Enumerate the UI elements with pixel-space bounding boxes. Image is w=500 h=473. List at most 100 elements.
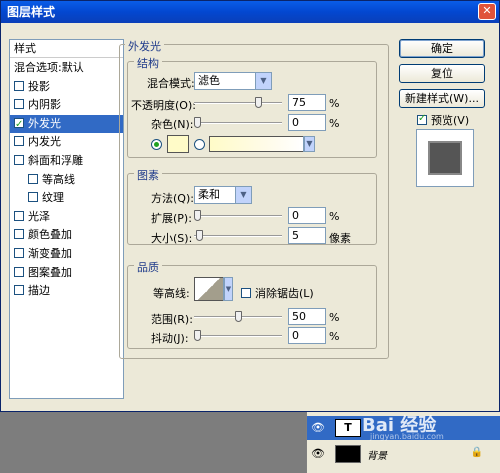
range-slider[interactable] [194, 311, 282, 323]
jitter-unit: % [329, 330, 340, 343]
antialias-checkbox[interactable]: 消除锯齿(L) [241, 285, 314, 301]
style-list-item[interactable]: 投影 [10, 78, 123, 96]
style-checkbox[interactable] [14, 285, 24, 296]
contour-preview[interactable] [194, 277, 224, 301]
style-list-item[interactable]: 内发光 [10, 133, 123, 151]
spread-slider[interactable] [194, 210, 282, 222]
gradient-radio[interactable] [194, 139, 205, 150]
range-unit: % [329, 311, 340, 324]
style-list-item-label: 光泽 [28, 209, 50, 223]
jitter-slider[interactable] [194, 330, 282, 342]
style-list-item-label: 纹理 [42, 191, 64, 205]
layer-row-background[interactable]: 👁 背景 🔒 [307, 442, 500, 466]
size-input[interactable]: 5 [288, 227, 326, 244]
style-list-item[interactable]: 等高线 [10, 171, 123, 189]
antialias-checkbox-box[interactable] [241, 288, 251, 298]
window-title: 图层样式 [7, 5, 56, 19]
range-label: 范围(R): [151, 313, 193, 326]
opacity-label: 不透明度(O): [131, 99, 196, 112]
elements-title: 图素 [134, 167, 162, 183]
blend-mode-select[interactable]: 滤色 ▼ [194, 72, 272, 90]
size-slider[interactable] [194, 230, 282, 242]
style-list-item-label: 斜面和浮雕 [28, 154, 83, 167]
style-checkbox[interactable] [28, 192, 38, 203]
style-list-item[interactable]: 光泽 [10, 208, 123, 226]
noise-slider-thumb[interactable] [194, 117, 201, 128]
style-list-item-label: 等高线 [42, 172, 75, 186]
new-style-button[interactable]: 新建样式(W)... [399, 89, 485, 108]
noise-label: 杂色(N): [151, 118, 194, 131]
glow-color-swatch[interactable] [167, 135, 189, 153]
glow-gradient-picker[interactable] [209, 136, 304, 152]
style-list-item[interactable]: 外发光 [10, 114, 123, 134]
style-list-item-label: 内阴影 [28, 98, 61, 112]
style-checkbox[interactable] [14, 229, 24, 240]
style-list-item-label: 图案叠加 [28, 265, 72, 279]
spread-input[interactable]: 0 [288, 207, 326, 224]
size-label: 大小(S): [151, 232, 193, 245]
preview-checkbox-box[interactable] [417, 113, 427, 125]
antialias-label: 消除锯齿(L) [255, 287, 314, 300]
contour-label: 等高线: [153, 287, 190, 300]
chevron-down-icon: ▼ [235, 187, 251, 203]
method-select[interactable]: 柔和 ▼ [194, 186, 252, 204]
style-list-item[interactable]: 颜色叠加 [10, 226, 123, 244]
range-input[interactable]: 50 [288, 308, 326, 325]
style-list-item[interactable]: 纹理 [10, 189, 123, 207]
chevron-down-icon: ▼ [224, 278, 232, 300]
spread-slider-thumb[interactable] [194, 210, 201, 221]
style-list-item[interactable]: 混合选项:默认 [10, 59, 123, 77]
jitter-slider-thumb[interactable] [194, 330, 201, 341]
opacity-slider[interactable] [194, 97, 282, 109]
opacity-input[interactable]: 75 [288, 94, 326, 111]
style-checkbox[interactable] [14, 248, 24, 258]
style-checkbox[interactable] [14, 136, 24, 147]
solid-color-radio[interactable] [151, 139, 162, 150]
size-slider-thumb[interactable] [195, 230, 203, 241]
preview-checkbox[interactable]: 预览(V) [417, 112, 469, 128]
style-list-item-label: 内发光 [28, 135, 61, 149]
spread-unit: % [329, 210, 340, 223]
style-checkbox[interactable] [14, 155, 24, 165]
preview-thumbnail [428, 141, 462, 175]
style-list-item[interactable]: 描边 [10, 282, 123, 300]
ok-button[interactable]: 确定 [399, 39, 485, 58]
opacity-slider-thumb[interactable] [254, 97, 262, 108]
style-checkbox[interactable] [14, 210, 24, 221]
method-label: 方法(Q): [151, 192, 194, 205]
range-slider-thumb[interactable] [234, 311, 242, 322]
style-list-item-label: 外发光 [28, 116, 61, 130]
style-checkbox[interactable] [14, 116, 24, 134]
style-list-item-label: 渐变叠加 [28, 247, 72, 260]
quality-title: 品质 [134, 259, 162, 275]
style-checkbox[interactable] [28, 173, 38, 184]
lock-icon: 🔒 [470, 447, 483, 458]
reset-button[interactable]: 复位 [399, 64, 485, 83]
contour-dropdown[interactable]: ▼ [223, 277, 233, 301]
layer-style-dialog: 图层样式 ✕ 样式 混合选项:默认投影内阴影外发光内发光斜面和浮雕等高线纹理光泽… [0, 0, 500, 412]
jitter-label: 抖动(J): [151, 332, 189, 345]
style-list-item-label: 描边 [28, 284, 50, 298]
eye-icon[interactable]: 👁 [311, 447, 325, 460]
style-checkbox[interactable] [14, 80, 24, 91]
style-list-item[interactable]: 内阴影 [10, 96, 123, 114]
style-checkbox[interactable] [14, 99, 24, 110]
style-list-item[interactable]: 斜面和浮雕 [10, 152, 123, 170]
style-checkbox[interactable] [14, 266, 24, 277]
eye-icon[interactable]: 👁 [311, 421, 325, 434]
structure-title: 结构 [134, 55, 162, 71]
noise-input[interactable]: 0 [288, 114, 326, 131]
jitter-input[interactable]: 0 [288, 327, 326, 344]
layer-thumbnail [335, 445, 361, 463]
chevron-down-icon: ▼ [304, 137, 314, 151]
style-list-header[interactable]: 样式 [10, 40, 123, 58]
gradient-dropdown[interactable]: ▼ [303, 136, 315, 152]
style-list-item[interactable]: 渐变叠加 [10, 245, 123, 263]
size-unit: 像素 [329, 232, 351, 245]
layer-thumbnail: T [335, 419, 361, 437]
close-button[interactable]: ✕ [478, 3, 496, 20]
style-list-item-label: 投影 [28, 79, 50, 93]
style-list-item[interactable]: 图案叠加 [10, 264, 123, 282]
style-list: 样式 混合选项:默认投影内阴影外发光内发光斜面和浮雕等高线纹理光泽颜色叠加渐变叠… [9, 39, 124, 399]
noise-slider[interactable] [194, 117, 282, 129]
